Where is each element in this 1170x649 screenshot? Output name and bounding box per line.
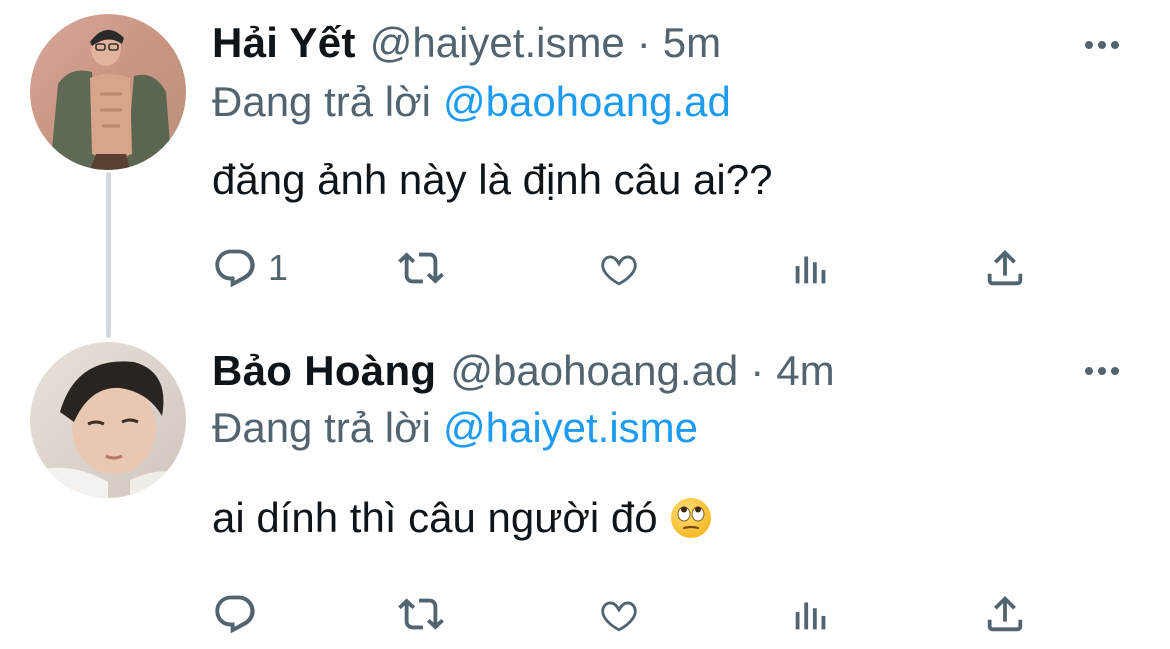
tweet-thread: Hải Yết @haiyet.isme · 5m Đang trả lời @b…	[0, 0, 1170, 649]
author-name[interactable]: Hải Yết	[212, 18, 356, 68]
views-icon	[795, 256, 826, 284]
face-with-rolling-eyes-icon	[670, 498, 711, 538]
avatar-photo	[30, 342, 186, 498]
heart-icon	[601, 601, 637, 632]
tweet-header: Bảo Hoàng @baohoang.ad · 4m	[212, 346, 835, 396]
replying-to-mention[interactable]: @haiyet.isme	[443, 404, 698, 451]
avatar[interactable]	[30, 14, 186, 170]
tweet-timestamp[interactable]: 4m	[776, 346, 834, 396]
tweet-timestamp[interactable]: 5m	[663, 18, 721, 68]
retweet-button[interactable]	[398, 586, 444, 642]
replying-to-label: Đang trả lời	[212, 78, 431, 125]
tweet-text-content: đăng ảnh này là định câu ai??	[212, 156, 773, 203]
tweet-text: đăng ảnh này là định câu ai??	[212, 152, 772, 208]
tweet[interactable]: Hải Yết @haiyet.isme · 5m Đang trả lời @b…	[0, 0, 1170, 330]
tweet-actions: 1	[212, 240, 1072, 296]
share-icon	[987, 595, 1023, 632]
reply-button[interactable]: 1	[212, 240, 288, 296]
replying-to-mention[interactable]: @baohoang.ad	[443, 78, 731, 125]
tweet-text-content: ai dính thì câu người đó	[212, 494, 658, 541]
reply-icon	[215, 249, 255, 288]
views-icon	[795, 602, 826, 630]
avatar[interactable]	[30, 342, 186, 498]
tweet[interactable]: Bảo Hoàng @baohoang.ad · 4m Đang trả lời…	[0, 330, 1170, 649]
avatar-photo	[30, 14, 186, 170]
tweet-text: ai dính thì câu người đó	[212, 490, 712, 546]
author-name[interactable]: Bảo Hoàng	[212, 346, 436, 396]
share-button[interactable]	[982, 240, 1028, 296]
separator-dot: ·	[750, 347, 765, 394]
share-button[interactable]	[982, 586, 1028, 642]
share-icon	[987, 249, 1023, 286]
reply-count: 1	[268, 247, 289, 288]
reply-button[interactable]	[212, 586, 268, 642]
like-button[interactable]	[596, 240, 642, 296]
more-icon[interactable]	[1074, 356, 1130, 386]
retweet-button[interactable]	[398, 240, 444, 296]
views-button[interactable]	[788, 240, 834, 296]
replying-to-line: Đang trả lời @baohoang.ad	[212, 76, 731, 128]
retweet-icon	[398, 252, 444, 284]
heart-icon	[601, 255, 637, 286]
retweet-icon	[398, 598, 444, 630]
more-icon[interactable]	[1074, 30, 1130, 60]
replying-to-label: Đang trả lời	[212, 404, 431, 451]
tweet-header: Hải Yết @haiyet.isme · 5m	[212, 18, 721, 68]
tweet-actions	[212, 586, 1072, 642]
replying-to-line: Đang trả lời @haiyet.isme	[212, 402, 698, 454]
author-handle[interactable]: @haiyet.isme	[370, 18, 625, 68]
views-button[interactable]	[788, 586, 834, 642]
separator-dot: ·	[636, 19, 651, 66]
reply-icon	[215, 595, 255, 634]
like-button[interactable]	[596, 586, 642, 642]
author-handle[interactable]: @baohoang.ad	[450, 346, 738, 396]
